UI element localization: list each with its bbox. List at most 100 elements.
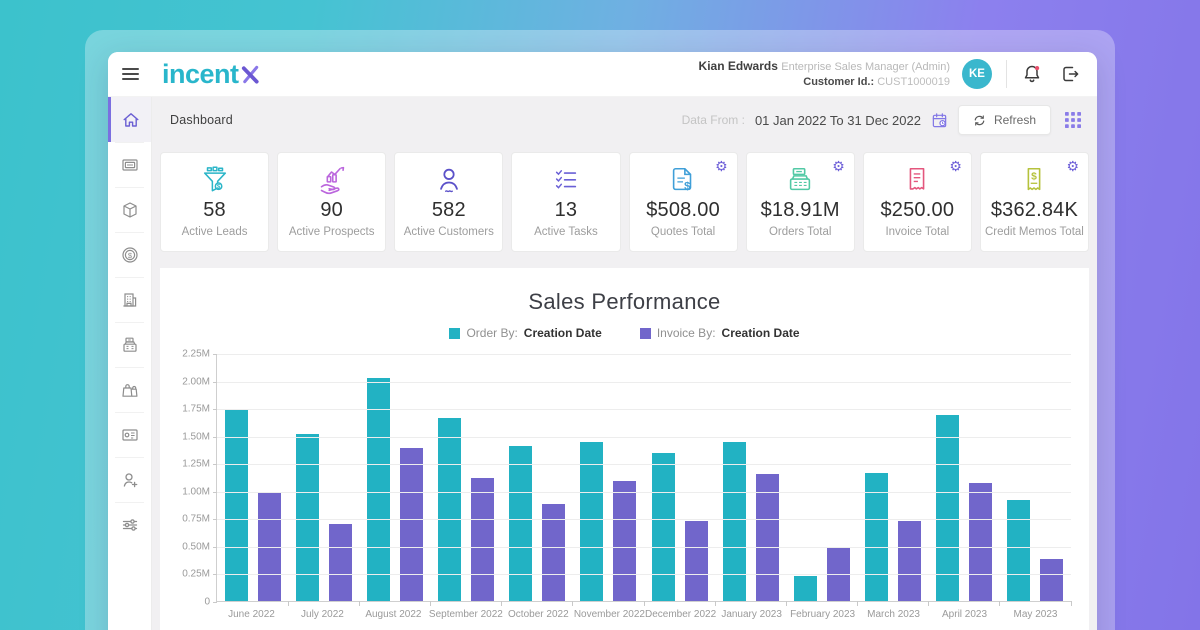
bar-order-by-june-2022[interactable] [225, 409, 248, 601]
sidebar-item-settings[interactable] [108, 502, 151, 547]
y-axis-label: 0.50M [182, 541, 210, 552]
plot-area: 2.25M2.00M1.75M1.50M1.25M1.00M0.75M0.50M… [216, 354, 1071, 602]
gear-icon[interactable]: ⚙ [832, 159, 845, 173]
sidebar-item-orders[interactable] [108, 322, 151, 367]
kpi-card-credit-memos-total[interactable]: ⚙$$362.84KCredit Memos Total [980, 152, 1089, 252]
y-axis-label: 2.25M [182, 349, 210, 360]
bar-order-by-may-2023[interactable] [1007, 500, 1030, 601]
refresh-button[interactable]: Refresh [958, 105, 1051, 135]
kpi-card-active-prospects[interactable]: 90Active Prospects [277, 152, 386, 252]
kpi-card-orders-total[interactable]: ⚙$18.91MOrders Total [746, 152, 855, 252]
y-axis-tick [213, 354, 217, 355]
checklist-icon [551, 164, 581, 196]
bar-order-by-january-2023[interactable] [723, 442, 746, 601]
page-title: Dashboard [170, 113, 233, 127]
y-axis-label: 0 [204, 597, 210, 608]
bar-invoice-by-november-2022[interactable] [613, 481, 636, 601]
bar-invoice-by-march-2023[interactable] [898, 521, 921, 602]
x-axis-label: August 2022 [358, 609, 429, 620]
bar-group-december-2022 [644, 354, 715, 601]
kpi-value: $362.84K [991, 199, 1078, 222]
crm-icon [120, 155, 140, 175]
sidebar-item-home[interactable] [108, 97, 151, 142]
app-window: incent Kian Edwards Enterprise Sales Man… [108, 52, 1097, 630]
sidebar-item-crm[interactable] [108, 142, 151, 187]
y-axis-tick [213, 409, 217, 410]
bar-invoice-by-april-2023[interactable] [969, 483, 992, 601]
y-axis-label: 1.50M [182, 431, 210, 442]
kpi-label: Quotes Total [651, 225, 715, 240]
topbar-divider [1006, 60, 1007, 88]
bar-order-by-october-2022[interactable] [509, 446, 532, 601]
logo-text: incent [162, 59, 239, 90]
gridline [217, 547, 1071, 548]
hamburger-menu-icon[interactable] [118, 64, 143, 84]
legend-item-order-by[interactable]: Order By:Creation Date [449, 326, 601, 340]
user-info: Kian Edwards Enterprise Sales Manager (A… [699, 58, 950, 91]
sidebar-item-products[interactable] [108, 187, 151, 232]
kpi-value: 13 [555, 199, 578, 222]
legend-swatch [640, 328, 651, 339]
bar-invoice-by-january-2023[interactable] [756, 474, 779, 601]
chart-panel: Sales Performance Order By:Creation Date… [160, 268, 1089, 630]
x-axis-labels: June 2022July 2022August 2022September 2… [216, 609, 1071, 620]
kpi-card-active-customers[interactable]: 582Active Customers [394, 152, 503, 252]
gridline [217, 574, 1071, 575]
avatar[interactable]: KE [962, 59, 992, 89]
kpi-card-active-leads[interactable]: $58Active Leads [160, 152, 269, 252]
sliders-icon [120, 515, 140, 535]
sidebar-item-memos[interactable] [108, 412, 151, 457]
chart-legend: Order By:Creation Date Invoice By: Creatio… [160, 326, 1089, 340]
bar-order-by-december-2022[interactable] [652, 453, 675, 601]
bar-order-by-november-2022[interactable] [580, 442, 603, 601]
bar-invoice-by-december-2022[interactable] [685, 521, 708, 602]
calendar-icon[interactable] [931, 112, 948, 129]
legend-value: Creation Date [722, 326, 800, 340]
gear-icon[interactable]: ⚙ [715, 159, 728, 173]
y-axis-tick [213, 464, 217, 465]
legend-name: Invoice By: [657, 326, 716, 340]
sidebar-item-purchases[interactable] [108, 367, 151, 412]
y-axis-tick [213, 382, 217, 383]
legend-item-invoice-by[interactable]: Invoice By: Creation Date [640, 326, 800, 340]
bar-invoice-by-may-2023[interactable] [1040, 559, 1063, 601]
gear-icon[interactable]: ⚙ [949, 159, 962, 173]
kpi-label: Orders Total [769, 225, 831, 240]
kpi-card-invoice-total[interactable]: ⚙$250.00Invoice Total [863, 152, 972, 252]
x-axis-label: April 2023 [929, 609, 1000, 620]
invoice-icon [902, 164, 932, 196]
bar-invoice-by-august-2022[interactable] [400, 448, 423, 601]
bar-order-by-april-2023[interactable] [936, 415, 959, 601]
body-row: $ Dashboard Data From : 01 Jan 2022 To 3… [108, 97, 1097, 630]
kpi-card-quotes-total[interactable]: ⚙$$508.00Quotes Total [629, 152, 738, 252]
refresh-label: Refresh [994, 113, 1036, 127]
bar-order-by-february-2023[interactable] [794, 576, 817, 601]
y-axis-tick [213, 547, 217, 548]
kpi-label: Active Prospects [289, 225, 375, 240]
apps-grid-icon[interactable] [1065, 112, 1081, 128]
bar-group-january-2023 [715, 354, 786, 601]
top-bar: incent Kian Edwards Enterprise Sales Man… [108, 52, 1097, 97]
sidebar-item-company[interactable] [108, 277, 151, 322]
kpi-label: Active Tasks [534, 225, 598, 240]
y-axis-tick [213, 492, 217, 493]
kpi-card-active-tasks[interactable]: 13 Active Tasks [511, 152, 620, 252]
customer-id-label: Customer Id.: [803, 76, 874, 88]
bar-invoice-by-september-2022[interactable] [471, 478, 494, 601]
bar-order-by-august-2022[interactable] [367, 378, 390, 601]
y-axis-tick [213, 519, 217, 520]
sidebar-item-pricing[interactable]: $ [108, 232, 151, 277]
page-header-actions: Data From : 01 Jan 2022 To 31 Dec 2022 [682, 105, 1081, 135]
app-logo[interactable]: incent [162, 59, 261, 90]
sidebar: $ [108, 97, 152, 630]
x-axis-label: December 2022 [645, 609, 716, 620]
bar-order-by-july-2022[interactable] [296, 434, 319, 602]
notifications-bell-icon[interactable] [1021, 63, 1043, 85]
bar-group-september-2022 [431, 354, 502, 601]
gridline [217, 409, 1071, 410]
gear-icon[interactable]: ⚙ [1066, 159, 1079, 173]
sidebar-item-add-user[interactable] [108, 457, 151, 502]
logout-icon[interactable] [1059, 63, 1081, 85]
bar-invoice-by-july-2022[interactable] [329, 524, 352, 601]
person-icon [434, 164, 464, 196]
